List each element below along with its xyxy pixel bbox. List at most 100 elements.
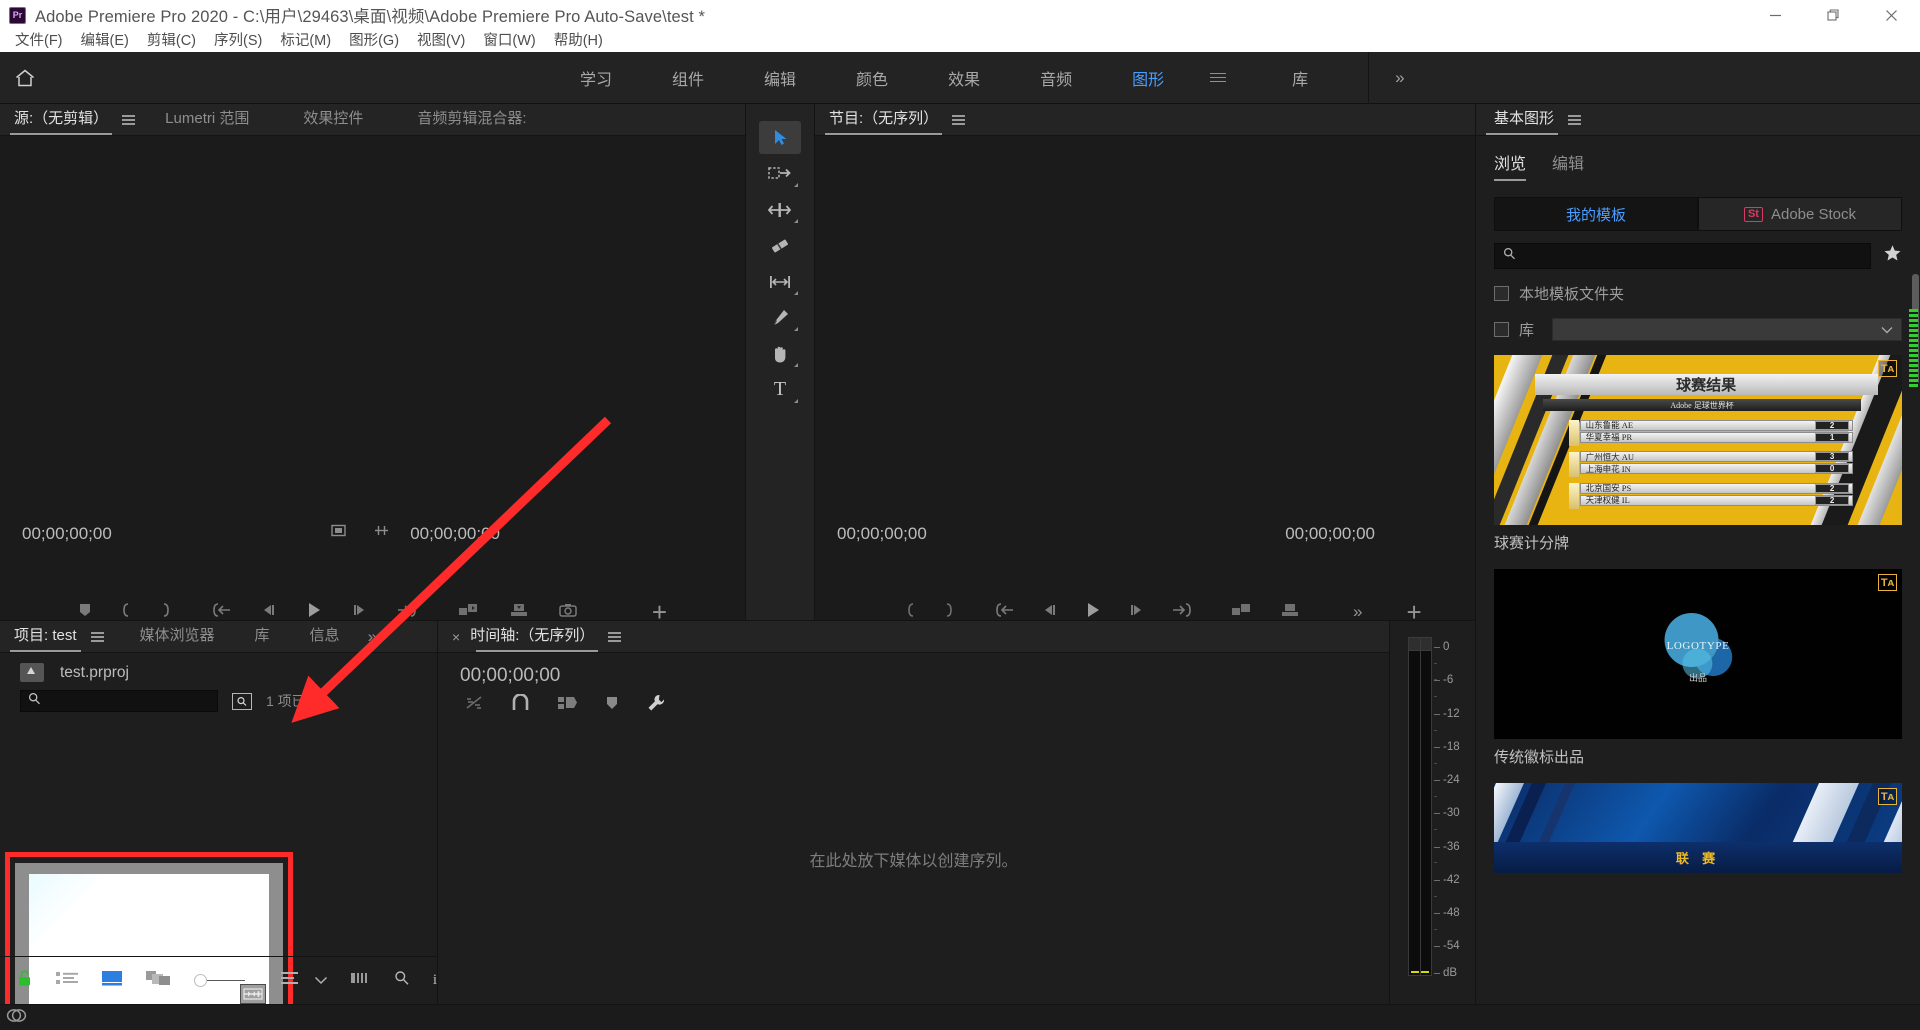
tab-program[interactable]: 节目:（无序列） xyxy=(815,107,952,135)
timeline-panel-menu-icon[interactable] xyxy=(608,628,635,652)
fit-icon[interactable] xyxy=(330,522,347,544)
pen-tool[interactable] xyxy=(759,301,801,334)
find-icon[interactable] xyxy=(394,970,410,991)
lock-icon[interactable] xyxy=(16,969,33,992)
track-select-forward-tool[interactable] xyxy=(759,157,801,190)
settings-wrench-icon[interactable] xyxy=(646,693,666,718)
menu-item-sequence[interactable]: 序列(S) xyxy=(205,30,271,52)
adobe-stock-button[interactable]: St Adobe Stock xyxy=(1698,197,1902,231)
my-templates-button[interactable]: 我的模板 xyxy=(1494,197,1698,231)
freeform-view-icon[interactable] xyxy=(146,970,171,991)
source-panel-menu-icon[interactable] xyxy=(122,111,157,135)
workspace-overflow-button[interactable]: » xyxy=(1369,68,1430,88)
add-marker-icon[interactable] xyxy=(605,695,619,716)
list-view-icon[interactable] xyxy=(56,971,78,991)
ripple-edit-tool[interactable] xyxy=(759,193,801,226)
menu-item-help[interactable]: 帮助(H) xyxy=(545,30,612,52)
selection-tool[interactable] xyxy=(759,121,801,154)
menu-item-file[interactable]: 文件(F) xyxy=(6,30,72,52)
timeline-canvas[interactable]: 在此处放下媒体以创建序列。 xyxy=(438,739,1389,978)
subtab-edit[interactable]: 编辑 xyxy=(1552,150,1584,181)
menu-item-markers[interactable]: 标记(M) xyxy=(271,30,340,52)
project-file-name[interactable]: test.prproj xyxy=(60,664,129,682)
essential-graphics-menu-icon[interactable] xyxy=(1568,111,1595,135)
find-icon[interactable] xyxy=(232,692,252,710)
tab-project[interactable]: 项目: test xyxy=(0,624,91,652)
timeline-playhead-timecode[interactable]: 00;00;00;00 xyxy=(438,653,1389,687)
project-zoom-slider[interactable] xyxy=(194,974,245,987)
template-search-box[interactable] xyxy=(1494,243,1871,269)
star-icon[interactable] xyxy=(1883,244,1902,268)
menu-item-clip[interactable]: 剪辑(C) xyxy=(138,30,205,52)
project-search-box[interactable] xyxy=(20,690,218,712)
type-tool[interactable]: T xyxy=(759,373,801,406)
workspace-tab-audio[interactable]: 音频 xyxy=(1010,52,1102,104)
template-thumbnail[interactable]: 联 赛 Tᴀ xyxy=(1494,783,1902,873)
workspace-tab-learning[interactable]: 学习 xyxy=(550,52,642,104)
close-button[interactable] xyxy=(1862,0,1920,30)
template-item[interactable]: 联 赛 Tᴀ xyxy=(1494,783,1902,873)
tab-essential-graphics[interactable]: 基本图形 xyxy=(1476,107,1568,135)
timeline-close-icon[interactable]: × xyxy=(438,629,466,652)
snap-icon[interactable] xyxy=(511,693,530,717)
template-item[interactable]: LOGOTYPE 出品 Tᴀ 传统徽标出品 xyxy=(1494,569,1902,767)
tab-timeline[interactable]: 时间轴:（无序列） xyxy=(466,624,608,652)
hand-tool[interactable] xyxy=(759,337,801,370)
tab-audio-clip-mixer[interactable]: 音频剪辑混合器: xyxy=(403,107,540,135)
project-search-input[interactable] xyxy=(46,694,217,708)
program-monitor-viewport[interactable]: 00;00;00;00 00;00;00;00 » + xyxy=(815,136,1475,652)
tab-source[interactable]: 源:（无剪辑） xyxy=(0,107,122,135)
template-thumbnail[interactable]: LOGOTYPE 出品 Tᴀ xyxy=(1494,569,1902,739)
slip-tool[interactable] xyxy=(759,265,801,298)
project-overflow-button[interactable]: » xyxy=(354,627,391,652)
sort-icon[interactable] xyxy=(280,971,299,990)
tab-info[interactable]: 信息 xyxy=(296,624,354,652)
razor-tool[interactable] xyxy=(759,229,801,262)
libraries-checkbox[interactable] xyxy=(1494,322,1509,337)
tab-libraries[interactable]: 库 xyxy=(241,624,296,652)
creative-cloud-icon[interactable] xyxy=(6,1007,27,1029)
icon-view-icon[interactable] xyxy=(101,970,123,991)
tab-effect-controls[interactable]: 效果控件 xyxy=(289,107,403,135)
audio-meter[interactable]: 0 -6 -12 -18 -24 -30 -36 -42 -48 -54 dB xyxy=(1408,637,1466,979)
parent-folder-icon[interactable] xyxy=(20,663,44,682)
program-add-button[interactable]: + xyxy=(1406,599,1421,625)
audio-meter-clip-indicator[interactable] xyxy=(1409,638,1431,651)
program-current-timecode[interactable]: 00;00;00;00 xyxy=(837,524,927,544)
menu-item-graphics[interactable]: 图形(G) xyxy=(340,30,408,52)
template-item[interactable]: 球赛结果 Adobe 足球世界杯 山东鲁能 AE 2 华夏幸福 PR 1 广州恒… xyxy=(1494,355,1902,553)
local-templates-checkbox[interactable] xyxy=(1494,286,1509,301)
source-monitor-viewport[interactable]: 00;00;00;00 00;00;00;00 + xyxy=(0,136,745,652)
program-duration-timecode[interactable]: 00;00;00;00 xyxy=(1285,524,1375,544)
menu-item-window[interactable]: 窗口(W) xyxy=(474,30,544,52)
source-add-button[interactable]: + xyxy=(652,599,667,625)
chevron-down-icon[interactable] xyxy=(314,972,328,990)
project-panel-menu-icon[interactable] xyxy=(90,628,126,652)
source-current-timecode[interactable]: 00;00;00;00 xyxy=(22,524,112,544)
menu-item-edit[interactable]: 编辑(E) xyxy=(72,30,138,52)
project-item-grid[interactable]: 视频.mp4 59:19 xyxy=(0,739,437,1030)
workspace-tab-color[interactable]: 颜色 xyxy=(826,52,918,104)
tab-media-browser[interactable]: 媒体浏览器 xyxy=(126,624,241,652)
program-overflow-button[interactable]: » xyxy=(1353,602,1362,622)
menu-item-view[interactable]: 视图(V) xyxy=(408,30,474,52)
home-icon[interactable] xyxy=(0,52,50,104)
workspace-tab-assembly[interactable]: 组件 xyxy=(642,52,734,104)
linked-selection-icon[interactable] xyxy=(557,694,578,717)
template-thumbnail[interactable]: 球赛结果 Adobe 足球世界杯 山东鲁能 AE 2 华夏幸福 PR 1 广州恒… xyxy=(1494,355,1902,525)
select-zoom-icon[interactable] xyxy=(373,522,390,544)
program-panel-menu-icon[interactable] xyxy=(952,111,979,135)
subtab-browse[interactable]: 浏览 xyxy=(1494,150,1527,181)
workspace-tab-libraries[interactable]: 库 xyxy=(1262,52,1338,104)
insert-overwrite-icon[interactable] xyxy=(464,694,484,717)
minimize-button[interactable] xyxy=(1746,0,1804,30)
tab-lumetri-scopes[interactable]: Lumetri 范围 xyxy=(157,107,289,135)
source-duration-timecode[interactable]: 00;00;00;00 xyxy=(410,524,500,544)
maximize-button[interactable] xyxy=(1804,0,1862,30)
workspace-tab-effects[interactable]: 效果 xyxy=(918,52,1010,104)
library-select[interactable] xyxy=(1552,318,1902,341)
workspace-menu-icon[interactable] xyxy=(1180,52,1256,104)
columns-icon[interactable] xyxy=(350,971,371,990)
template-search-input[interactable] xyxy=(1522,248,1870,264)
workspace-tab-editing[interactable]: 编辑 xyxy=(734,52,826,104)
